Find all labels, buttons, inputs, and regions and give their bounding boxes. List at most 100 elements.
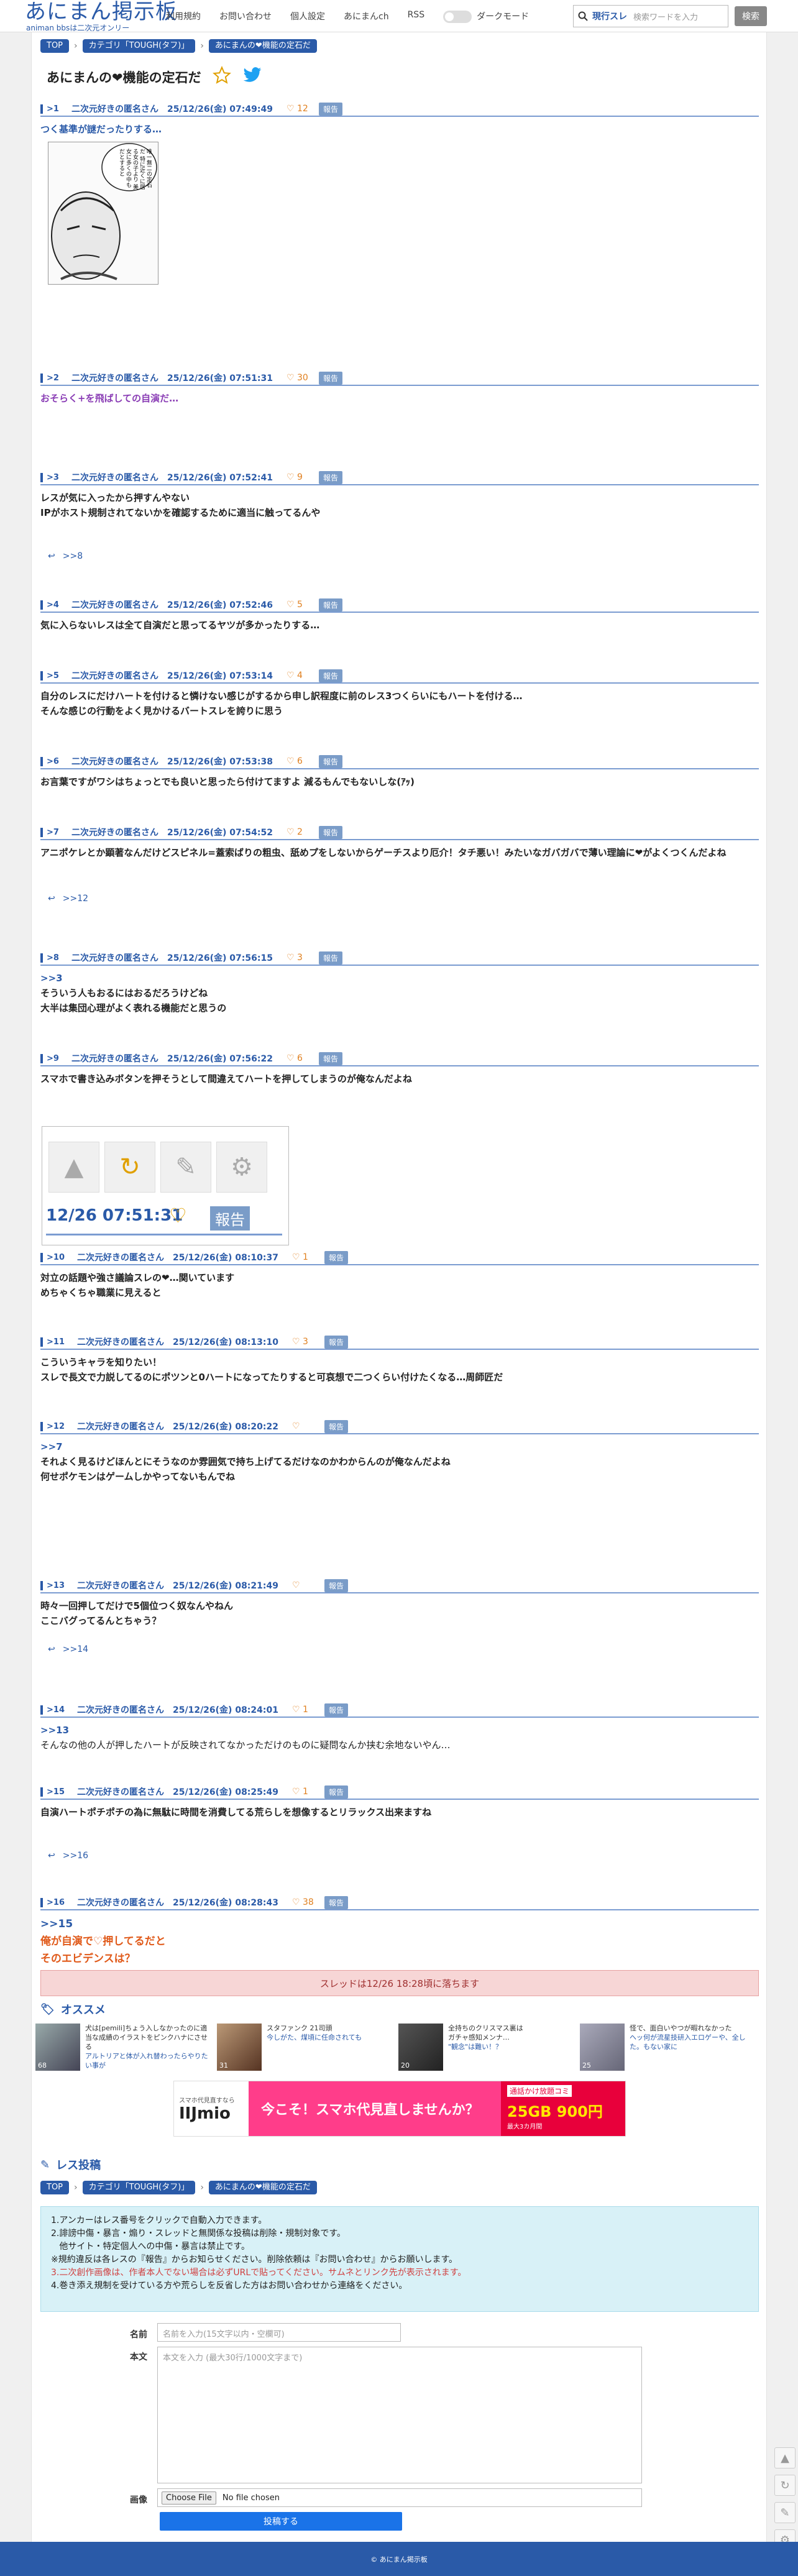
like-button[interactable]: ♡ 30 xyxy=(287,373,311,383)
report-button[interactable]: 報告 xyxy=(318,669,342,682)
report-button[interactable]: 報告 xyxy=(324,1785,348,1799)
post-body: >>7 それよく見るけどほんとにそうなのか雰囲気で持ち上げてるだけなのかわからん… xyxy=(40,1439,759,1484)
nav-contact-link[interactable]: お問い合わせ xyxy=(219,10,272,23)
post-number[interactable]: >3 xyxy=(40,472,63,482)
scroll-top-button[interactable]: ▲ xyxy=(774,2447,796,2468)
recommend-item[interactable]: 68 犬は[pemili]ちょう入しなかったのに適当な成績のイラストをピンクハナ… xyxy=(35,2024,209,2073)
file-input[interactable]: Choose File No file chosen xyxy=(157,2488,642,2507)
like-button[interactable]: ♡ 4 xyxy=(287,671,311,681)
nav-rss-link[interactable]: RSS xyxy=(408,10,425,23)
like-count: 2 xyxy=(296,827,303,837)
post-date: 25/12/26(金) 07:54:52 xyxy=(167,828,273,838)
report-button[interactable]: 報告 xyxy=(318,825,342,839)
post-number[interactable]: >16 xyxy=(40,1897,68,1907)
report-button[interactable]: 報告 xyxy=(318,754,342,768)
recommend-item-sub: "観念"は難い！？ xyxy=(448,2043,503,2051)
post-number[interactable]: >11 xyxy=(40,1337,68,1347)
post-number[interactable]: >14 xyxy=(40,1705,68,1715)
breadcrumb-category[interactable]: カテゴリ「TOUGH(タフ)」 xyxy=(82,39,196,53)
favorite-star-icon[interactable] xyxy=(212,65,231,88)
post-number[interactable]: >9 xyxy=(40,1053,63,1063)
dark-mode-toggle[interactable]: ダークモード xyxy=(443,10,529,23)
like-button[interactable]: ♡ 12 xyxy=(287,104,311,114)
like-button[interactable]: ♡ 1 xyxy=(292,1705,317,1715)
report-button[interactable]: 報告 xyxy=(318,102,342,116)
reply-link[interactable]: >>8 xyxy=(63,551,83,561)
search-input[interactable]: 検索ワードを入力 xyxy=(633,11,698,22)
search-scope-select[interactable]: 現行スレ xyxy=(592,10,633,22)
breadcrumb-category[interactable]: カテゴリ「TOUGH(タフ)」 xyxy=(82,2181,196,2194)
like-count: 38 xyxy=(303,1897,314,1907)
like-button[interactable]: ♡ 1 xyxy=(292,1787,317,1797)
anchor-link[interactable]: >>13 xyxy=(40,1723,759,1738)
like-button[interactable]: ♡ 5 xyxy=(287,600,311,610)
report-button[interactable]: 報告 xyxy=(318,470,342,484)
post-number[interactable]: >1 xyxy=(40,104,63,114)
like-button[interactable]: ♡ 38 xyxy=(292,1897,317,1907)
post-number[interactable]: >4 xyxy=(40,600,63,610)
toggle-switch[interactable] xyxy=(443,11,472,23)
breadcrumb-top[interactable]: TOP xyxy=(40,39,70,53)
like-button[interactable]: ♡ 3 xyxy=(292,1337,317,1347)
search-icon xyxy=(574,11,592,21)
report-button[interactable]: 報告 xyxy=(324,1419,348,1433)
post-body: >>13 そんなの他の人が押したハートが反映されてなかっただけのものに疑問なんか… xyxy=(40,1723,759,1753)
site-logo[interactable]: あにまん掲示板 xyxy=(25,1,177,22)
reply-arrow-icon: ↩ xyxy=(48,894,55,904)
report-button[interactable]: 報告 xyxy=(324,1335,348,1349)
post-number[interactable]: >7 xyxy=(40,827,63,837)
post-number[interactable]: >2 xyxy=(40,373,63,383)
post-number[interactable]: >13 xyxy=(40,1580,68,1590)
reply-link[interactable]: >>14 xyxy=(63,1644,88,1654)
like-button[interactable]: ♡ 2 xyxy=(287,827,311,837)
report-button[interactable]: 報告 xyxy=(318,1052,342,1065)
recommend-item[interactable]: 20 全持ちのクリスマス裏は ガチャ感知メンナ… "観念"は難い！？ xyxy=(398,2024,572,2073)
post-number[interactable]: >5 xyxy=(40,671,63,681)
refresh-button[interactable]: ↻ xyxy=(774,2475,796,2496)
report-button[interactable]: 報告 xyxy=(324,1703,348,1717)
post-screenshot[interactable]: ▲ ↻ ✎ ⚙ 12/26 07:51:31 ♡ 報告 xyxy=(42,1126,289,1245)
submit-button[interactable]: 投稿する xyxy=(160,2512,402,2531)
choose-file-button[interactable]: Choose File xyxy=(162,2491,216,2505)
report-button[interactable]: 報告 xyxy=(318,371,342,385)
post-number[interactable]: >15 xyxy=(40,1787,68,1797)
up-arrow-icon: ▲ xyxy=(781,2451,789,2465)
like-button[interactable]: ♡ 6 xyxy=(287,756,311,766)
anchor-link[interactable]: >>7 xyxy=(40,1439,759,1454)
report-button[interactable]: 報告 xyxy=(324,1895,348,1909)
like-button[interactable]: ♡ xyxy=(292,1421,317,1431)
recommend-item[interactable]: 31 スタファンク 21司頭 今しがた、煤頃に任命されても xyxy=(217,2024,391,2073)
post-number[interactable]: >12 xyxy=(40,1421,68,1431)
post-number[interactable]: >8 xyxy=(40,953,63,963)
nav-terms-link[interactable]: 利用規約 xyxy=(166,10,201,23)
write-button[interactable]: ✎ xyxy=(774,2502,796,2523)
search-button[interactable]: 検索 xyxy=(735,6,767,26)
nav-settings-link[interactable]: 個人設定 xyxy=(290,10,325,23)
reply-link[interactable]: >>16 xyxy=(63,1851,88,1861)
recommend-item-title-2: ガチャ感知メンナ… xyxy=(448,2033,510,2042)
like-button[interactable]: ♡ 9 xyxy=(287,472,311,482)
breadcrumb-thread[interactable]: あにまんの❤機能の定石だ xyxy=(208,39,317,53)
like-button[interactable]: ♡ 6 xyxy=(287,1053,311,1063)
name-input[interactable]: 名前を入力(15文字以内・空欄可) xyxy=(157,2323,401,2342)
like-button[interactable]: ♡ xyxy=(292,1580,317,1590)
like-button[interactable]: ♡ 1 xyxy=(292,1252,317,1262)
post-number[interactable]: >6 xyxy=(40,756,63,766)
body-textarea[interactable]: 本文を入力 (最大30行/1000文字まで) xyxy=(157,2347,642,2483)
reply-link[interactable]: >>12 xyxy=(63,894,88,904)
like-button[interactable]: ♡ 3 xyxy=(287,953,311,963)
recommend-item[interactable]: 25 怪で、面白いやつが暇れなかった ヘッ何が流星技研入エロゲーや、全した。もない… xyxy=(580,2024,754,2073)
nav-animanch-link[interactable]: あにまんch xyxy=(344,10,389,23)
twitter-share-icon[interactable] xyxy=(242,67,262,86)
report-button[interactable]: 報告 xyxy=(318,598,342,612)
breadcrumb-top[interactable]: TOP xyxy=(40,2181,70,2194)
report-button[interactable]: 報告 xyxy=(324,1250,348,1264)
anchor-link[interactable]: >>15 xyxy=(40,1915,759,1933)
report-button[interactable]: 報告 xyxy=(318,951,342,965)
anchor-link[interactable]: >>3 xyxy=(40,971,759,986)
advertisement-banner[interactable]: スマホ代見直すなら IIJmio 今こそ！スマホ代見直しませんか？ 通話かけ放題… xyxy=(173,2081,626,2137)
report-button[interactable]: 報告 xyxy=(324,1579,348,1592)
post-image[interactable]: 唯一無二の定石だ 特に近くに居る女の子より 美女に多くの中も だとすると xyxy=(48,142,158,285)
post-number[interactable]: >10 xyxy=(40,1252,68,1262)
breadcrumb-thread[interactable]: あにまんの❤機能の定石だ xyxy=(208,2181,317,2194)
